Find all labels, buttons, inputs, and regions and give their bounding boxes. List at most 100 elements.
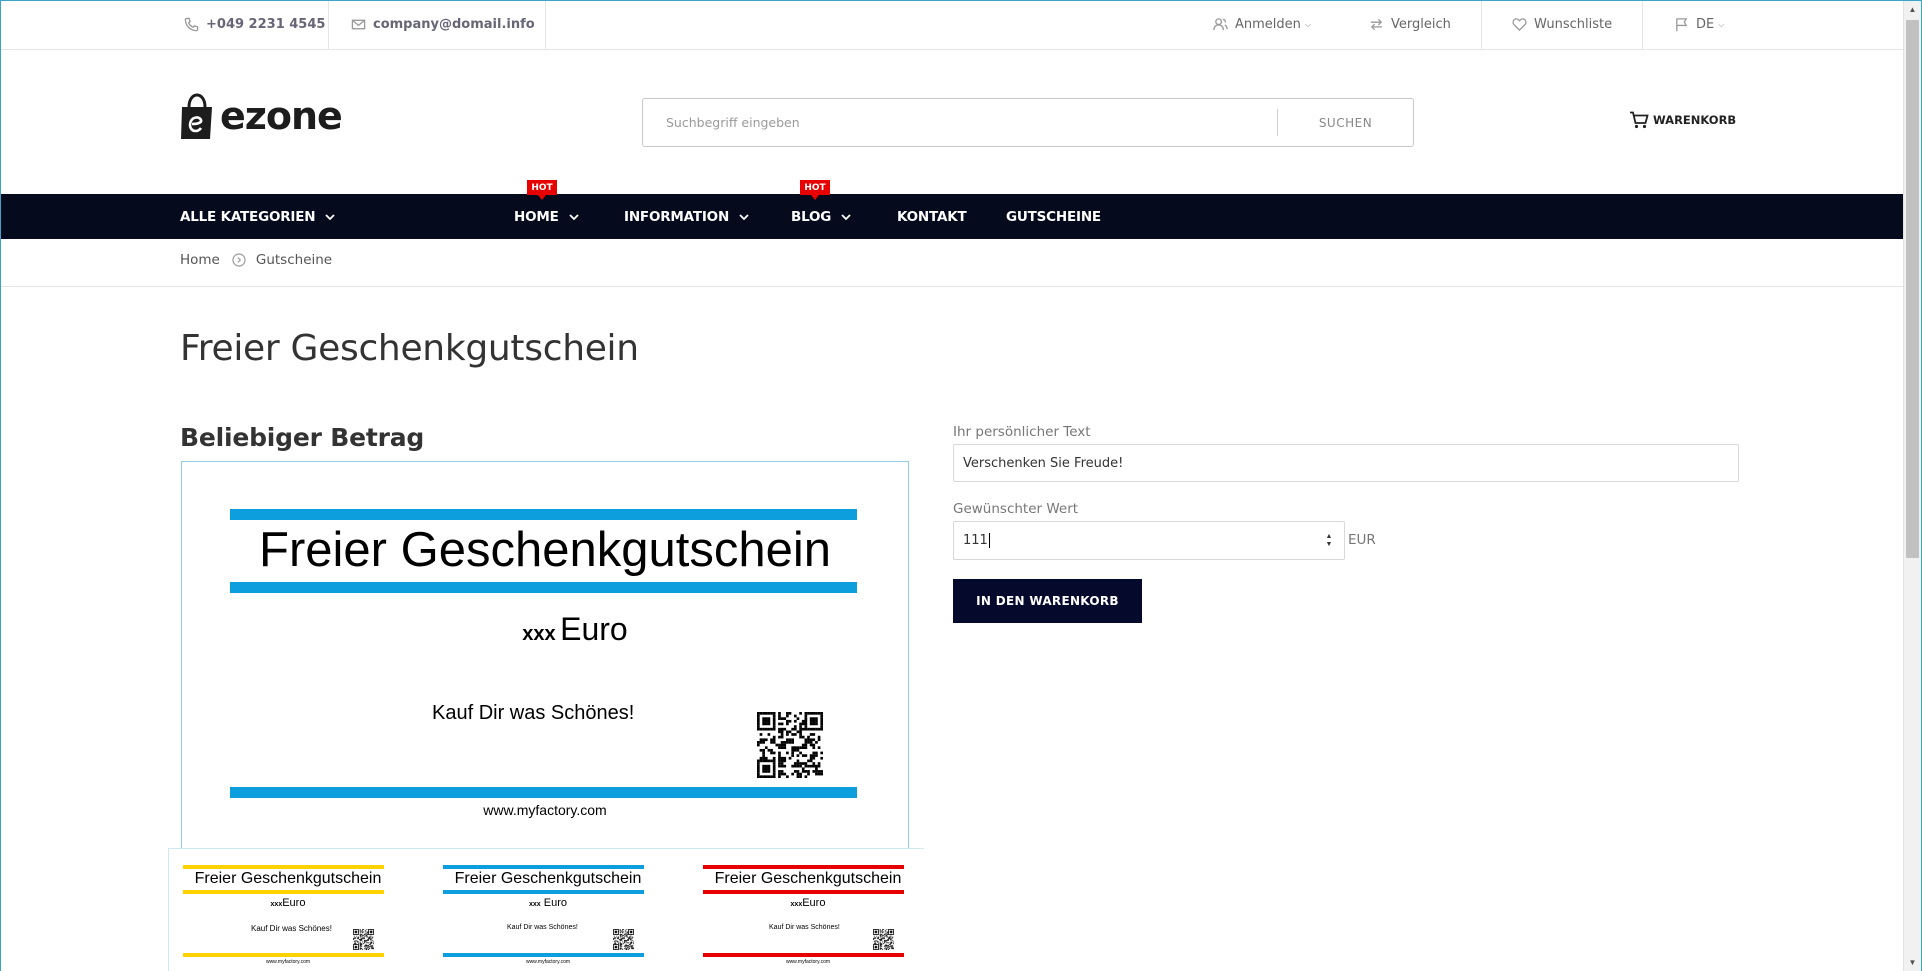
search-bar: SUCHEN — [642, 98, 1414, 147]
search-button[interactable]: SUCHEN — [1278, 99, 1413, 146]
thumb-currency: Euro — [802, 897, 826, 909]
main-navigation: ALLE KATEGORIEN HOME INFORMATION BLOG KO… — [0, 194, 1903, 239]
thumb-tagline: Kauf Dir was Schönes! — [251, 924, 332, 933]
qr-code-icon — [353, 929, 374, 950]
desired-value-text: 111 — [963, 533, 990, 548]
phone-contact[interactable]: +049 2231 4545 — [184, 0, 325, 49]
voucher-tagline: Kauf Dir was Schönes! — [432, 702, 635, 724]
thumb-amount-placeholder: xxx — [790, 901, 803, 908]
phone-icon — [184, 17, 199, 32]
qr-code-icon — [757, 712, 823, 778]
scroll-up-icon[interactable]: ▲ — [1906, 2, 1919, 16]
search-input[interactable] — [643, 99, 1277, 146]
nav-item-label: BLOG — [791, 208, 832, 225]
chevron-right-circle-icon — [232, 253, 246, 267]
voucher-amount-placeholder: xxx — [522, 623, 556, 645]
breadcrumb-divider — [0, 286, 1903, 287]
nav-item-label: GUTSCHEINE — [1006, 208, 1101, 225]
breadcrumb: Home Gutscheine — [180, 252, 332, 268]
thumb-amount: xxx Euro — [429, 897, 667, 909]
thumb-accent-bar — [443, 890, 644, 894]
voucher-thumbnail-blue[interactable]: Freier Geschenkgutschein xxx Euro Kauf D… — [429, 849, 667, 971]
voucher-currency: Euro — [560, 611, 628, 647]
nav-item-blog[interactable]: BLOG — [791, 194, 852, 239]
chevron-down-icon: ⌵ — [1718, 19, 1725, 29]
currency-unit: EUR — [1348, 532, 1376, 548]
compare-icon — [1370, 18, 1383, 31]
voucher-accent-bar-middle — [230, 582, 857, 593]
email-address: company@domail.info — [373, 17, 535, 32]
product-title: Beliebiger Betrag — [180, 423, 425, 452]
thumb-accent-bar — [183, 953, 384, 957]
all-categories-menu[interactable]: ALLE KATEGORIEN — [180, 194, 336, 239]
add-to-cart-button[interactable]: IN DEN WARENKORB — [953, 579, 1142, 623]
spin-up-icon[interactable]: ▲ — [1326, 533, 1333, 541]
voucher-url: www.myfactory.com — [483, 802, 607, 818]
thumb-currency: Euro — [282, 897, 306, 909]
all-categories-label: ALLE KATEGORIEN — [180, 208, 316, 225]
thumb-currency: Euro — [543, 897, 567, 909]
voucher-thumbnail-yellow[interactable]: Freier Geschenkgutschein xxxEuro Kauf Di… — [169, 849, 407, 971]
thumb-url: www.myfactory.com — [785, 959, 831, 965]
language-label: DE — [1696, 17, 1715, 32]
login-menu[interactable]: Anmelden ⌵ — [1213, 0, 1311, 49]
thumb-amount-placeholder: xxx — [529, 901, 541, 908]
voucher-accent-bar-top — [230, 509, 857, 520]
voucher-accent-bar-bottom — [230, 787, 857, 798]
scrollbar-thumb[interactable] — [1906, 20, 1919, 558]
nav-item-gutscheine[interactable]: GUTSCHEINE — [1006, 194, 1101, 239]
cart-label: WARENKORB — [1653, 113, 1737, 127]
compare-label: Vergleich — [1391, 17, 1451, 32]
qr-code-icon — [613, 929, 634, 950]
hot-badge-home: HOT — [527, 180, 557, 200]
nav-item-home[interactable]: HOME — [514, 194, 580, 239]
heart-icon — [1512, 18, 1527, 32]
nav-item-kontakt[interactable]: KONTAKT — [897, 194, 967, 239]
scroll-down-icon[interactable]: ▼ — [1906, 955, 1919, 969]
chevron-down-icon — [739, 213, 749, 220]
voucher-preview-image: Freier Geschenkgutschein xxx Euro Kauf D… — [181, 461, 909, 849]
language-selector[interactable]: DE ⌵ — [1674, 0, 1724, 49]
breadcrumb-home[interactable]: Home — [180, 252, 220, 268]
number-spinner[interactable]: ▲ ▼ — [1322, 531, 1336, 551]
login-label: Anmelden — [1235, 17, 1301, 32]
compare-link[interactable]: Vergleich — [1369, 0, 1451, 49]
nav-item-information[interactable]: INFORMATION — [624, 194, 750, 239]
thumb-amount-placeholder: xxx — [270, 901, 283, 908]
thumb-amount: xxxEuro — [169, 897, 407, 909]
phone-number: +049 2231 4545 — [206, 17, 326, 32]
site-logo[interactable]: ezone — [180, 91, 343, 141]
chevron-down-icon: ⌵ — [1304, 19, 1311, 29]
thumb-tagline: Kauf Dir was Schönes! — [507, 924, 578, 931]
personal-text-input[interactable] — [953, 444, 1739, 482]
thumb-accent-bar — [183, 865, 384, 869]
thumb-accent-bar — [703, 890, 904, 894]
page-title: Freier Geschenkgutschein — [180, 328, 639, 369]
top-bar: +049 2231 4545 company@domail.info Anmel… — [0, 0, 1903, 50]
logo-text: ezone — [220, 94, 343, 138]
nav-item-label: INFORMATION — [624, 208, 730, 225]
thumb-url: www.myfactory.com — [265, 959, 311, 965]
mail-icon — [351, 19, 366, 30]
voucher-thumbnail-red[interactable]: Freier Geschenkgutschein xxxEuro Kauf Di… — [689, 849, 927, 971]
email-contact[interactable]: company@domail.info — [351, 0, 535, 49]
voucher-amount: xxx Euro — [212, 611, 938, 648]
qr-code-icon — [873, 929, 894, 950]
spin-down-icon[interactable]: ▼ — [1326, 541, 1333, 549]
voucher-title: Freier Geschenkgutschein — [259, 523, 831, 577]
hot-badge-blog: HOT — [800, 180, 830, 200]
cart-icon — [1630, 111, 1649, 129]
desired-value-label: Gewünschter Wert — [953, 501, 1079, 517]
wishlist-link[interactable]: Wunschliste — [1512, 0, 1612, 49]
cart-link[interactable]: WARENKORB — [1629, 111, 1736, 129]
thumb-amount: xxxEuro — [689, 897, 927, 909]
nav-item-label: KONTAKT — [897, 208, 967, 225]
nav-item-label: HOME — [514, 208, 559, 225]
thumb-title: Freier Geschenkgutschein — [194, 870, 382, 887]
wishlist-label: Wunschliste — [1534, 17, 1613, 32]
thumb-tagline: Kauf Dir was Schönes! — [769, 924, 840, 931]
thumb-title: Freier Geschenkgutschein — [454, 870, 642, 887]
desired-value-input[interactable]: 111 ▲ ▼ — [953, 521, 1345, 560]
thumb-accent-bar — [703, 953, 904, 957]
user-icon — [1213, 18, 1228, 31]
